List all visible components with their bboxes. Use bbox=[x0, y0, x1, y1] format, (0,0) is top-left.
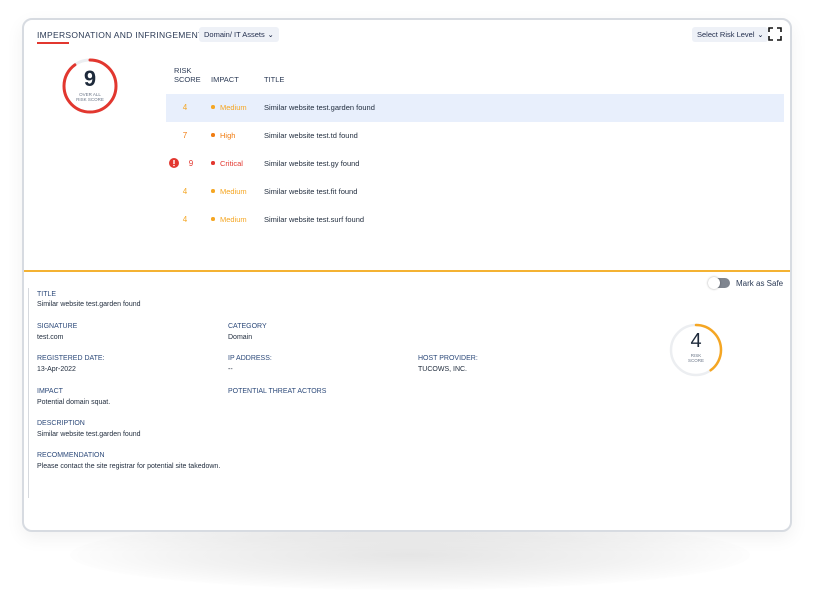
impact-dot bbox=[211, 133, 215, 137]
scroll-track bbox=[28, 288, 29, 498]
recommendation-label: RECOMMENDATION bbox=[37, 452, 105, 459]
impact-dot bbox=[211, 105, 215, 109]
col-risk-score: RISK SCORE bbox=[174, 66, 201, 84]
title-underline bbox=[37, 42, 69, 44]
impact-dot bbox=[211, 161, 215, 165]
panel-title: IMPERSONATION AND INFRINGEMENT bbox=[37, 30, 204, 44]
risk-level-dropdown[interactable]: Select Risk Level ⌄ bbox=[692, 27, 769, 42]
row-impact: High bbox=[220, 131, 236, 140]
host-provider-label: HOST PROVIDER: bbox=[418, 355, 478, 362]
description-value: Similar website test.garden found bbox=[37, 431, 141, 438]
assets-dropdown[interactable]: Domain/ IT Assets ⌄ bbox=[199, 27, 279, 42]
overall-score-label: OVER ALL RISK SCORE bbox=[60, 92, 120, 102]
signature-label: SIGNATURE bbox=[37, 323, 78, 330]
row-title: Similar website test.surf found bbox=[264, 215, 365, 224]
panel-title-text: IMPERSONATION AND INFRINGEMENT bbox=[37, 30, 204, 40]
detail-score-label: RISK SCORE bbox=[668, 353, 724, 363]
category-value: Domain bbox=[228, 334, 253, 341]
category-label: CATEGORY bbox=[228, 323, 267, 330]
impact-dot bbox=[211, 217, 215, 221]
col-risk-line2: SCORE bbox=[174, 75, 201, 84]
row-risk-score: 7 bbox=[182, 131, 188, 140]
expand-icon[interactable] bbox=[768, 27, 782, 41]
row-risk-score: 4 bbox=[182, 215, 188, 224]
detail-risk-score: 4 RISK SCORE bbox=[668, 322, 724, 378]
detail-label-line2: SCORE bbox=[687, 358, 704, 363]
detail-score-value: 4 bbox=[690, 330, 702, 352]
risk-dropdown-label: Select Risk Level bbox=[697, 30, 755, 39]
table-row[interactable]: 4 Medium Similar website test.garden found bbox=[166, 94, 784, 122]
description-label: DESCRIPTION bbox=[37, 420, 85, 427]
recommendation-value: Please contact the site registrar for po… bbox=[37, 463, 221, 470]
impact-value: Potential domain squat. bbox=[37, 399, 111, 406]
host-provider-value: TUCOWS, INC. bbox=[418, 366, 467, 373]
mark-safe-label: Mark as Safe bbox=[736, 279, 784, 288]
row-title: Similar website test.fit found bbox=[264, 187, 358, 196]
row-risk-score: 9 bbox=[188, 159, 194, 168]
impact-label: IMPACT bbox=[37, 388, 63, 395]
toggle-knob bbox=[708, 277, 720, 289]
mark-safe-toggle[interactable] bbox=[708, 277, 730, 289]
row-title: Similar website test.gy found bbox=[264, 159, 360, 168]
col-risk-line1: RISK bbox=[174, 66, 192, 75]
section-divider bbox=[24, 270, 790, 272]
threat-actors-label: POTENTIAL THREAT ACTORS bbox=[228, 388, 327, 395]
row-impact: Medium bbox=[220, 215, 247, 224]
chevron-down-icon: ⌄ bbox=[267, 31, 274, 39]
row-risk-score: 4 bbox=[182, 103, 188, 112]
chevron-down-icon: ⌄ bbox=[757, 31, 764, 39]
table-row[interactable]: 4 Medium Similar website test.surf found bbox=[166, 206, 784, 234]
col-title: TITLE bbox=[264, 75, 285, 84]
detail-title-label: TITLE bbox=[37, 291, 57, 298]
row-impact: Medium bbox=[220, 103, 247, 112]
registered-date-value: 13-Apr-2022 bbox=[37, 366, 76, 373]
assets-dropdown-label: Domain/ IT Assets bbox=[204, 30, 265, 39]
overall-label-line2: RISK SCORE bbox=[76, 97, 104, 102]
signature-value: test.com bbox=[37, 334, 64, 341]
impact-dot bbox=[211, 189, 215, 193]
detail-title-value: Similar website test.garden found bbox=[37, 301, 141, 308]
row-title: Similar website test.td found bbox=[264, 131, 358, 140]
registered-date-label: REGISTERED DATE: bbox=[37, 355, 105, 362]
overall-risk-score: 9 OVER ALL RISK SCORE bbox=[60, 56, 120, 116]
row-title: Similar website test.garden found bbox=[264, 103, 375, 112]
table-row[interactable]: 4 Medium Similar website test.fit found bbox=[166, 178, 784, 206]
row-risk-score: 4 bbox=[182, 187, 188, 196]
overall-score-value: 9 bbox=[83, 66, 97, 91]
ip-address-value: -- bbox=[228, 366, 233, 373]
row-impact: Medium bbox=[220, 187, 247, 196]
table-row[interactable]: 9 Critical Similar website test.gy found bbox=[166, 150, 784, 178]
ip-address-label: IP ADDRESS: bbox=[228, 355, 272, 362]
table-row[interactable]: 7 High Similar website test.td found bbox=[166, 122, 784, 150]
row-impact: Critical bbox=[220, 159, 243, 168]
impersonation-panel: IMPERSONATION AND INFRINGEMENT Domain/ I… bbox=[22, 18, 792, 532]
col-impact: IMPACT bbox=[211, 75, 239, 84]
